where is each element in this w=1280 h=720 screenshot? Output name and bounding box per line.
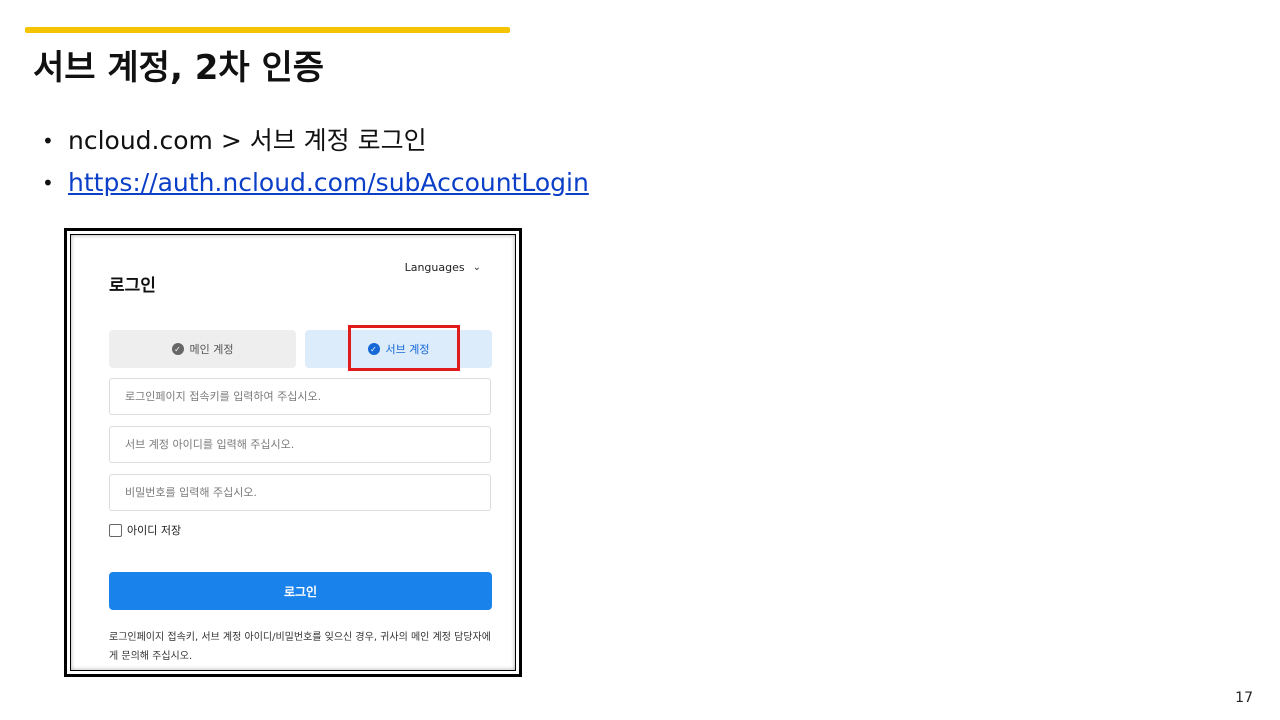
- sub-account-id-field[interactable]: [109, 426, 491, 463]
- languages-dropdown[interactable]: Languages ⌄: [405, 261, 481, 274]
- login-screenshot-frame: 로그인 Languages ⌄ ✓ 메인 계정 ✓ 서브 계정 아이디 저장 로…: [64, 228, 522, 677]
- login-title: 로그인: [109, 276, 156, 296]
- bullet-dot-icon: •: [42, 171, 54, 195]
- access-key-field[interactable]: [109, 378, 491, 415]
- access-key-input[interactable]: [110, 379, 490, 414]
- tab-main-account[interactable]: ✓ 메인 계정: [109, 330, 296, 368]
- password-field[interactable]: [109, 474, 491, 511]
- password-input[interactable]: [110, 475, 490, 510]
- bullet-item: • ncloud.com > 서브 계정 로그인: [42, 120, 589, 162]
- chevron-down-icon: ⌄: [472, 262, 481, 273]
- tab-main-account-label: 메인 계정: [189, 343, 234, 356]
- bullet-list: • ncloud.com > 서브 계정 로그인 • https://auth.…: [42, 120, 589, 204]
- help-text: 로그인페이지 접속키, 서브 계정 아이디/비밀번호를 잊으신 경우, 귀사의 …: [109, 632, 491, 662]
- bullet-item: • https://auth.ncloud.com/subAccountLogi…: [42, 162, 589, 204]
- bullet-dot-icon: •: [42, 129, 54, 153]
- remember-id-option[interactable]: 아이디 저장: [109, 522, 181, 538]
- bullet-text: ncloud.com > 서브 계정 로그인: [68, 126, 427, 155]
- slide-title: 서브 계정, 2차 인증: [33, 48, 325, 88]
- check-circle-icon: ✓: [171, 343, 184, 355]
- remember-id-checkbox[interactable]: [109, 523, 122, 537]
- sub-account-login-link[interactable]: https://auth.ncloud.com/subAccountLogin: [68, 162, 589, 204]
- login-panel: 로그인 Languages ⌄ ✓ 메인 계정 ✓ 서브 계정 아이디 저장 로…: [70, 234, 516, 671]
- sub-account-id-input[interactable]: [110, 427, 490, 462]
- page-number: 17: [1235, 690, 1253, 706]
- login-button[interactable]: 로그인: [109, 572, 492, 610]
- remember-id-label: 아이디 저장: [127, 524, 182, 537]
- languages-label: Languages: [404, 261, 465, 274]
- title-accent-bar: [25, 27, 510, 33]
- sub-account-highlight-box: [348, 325, 460, 371]
